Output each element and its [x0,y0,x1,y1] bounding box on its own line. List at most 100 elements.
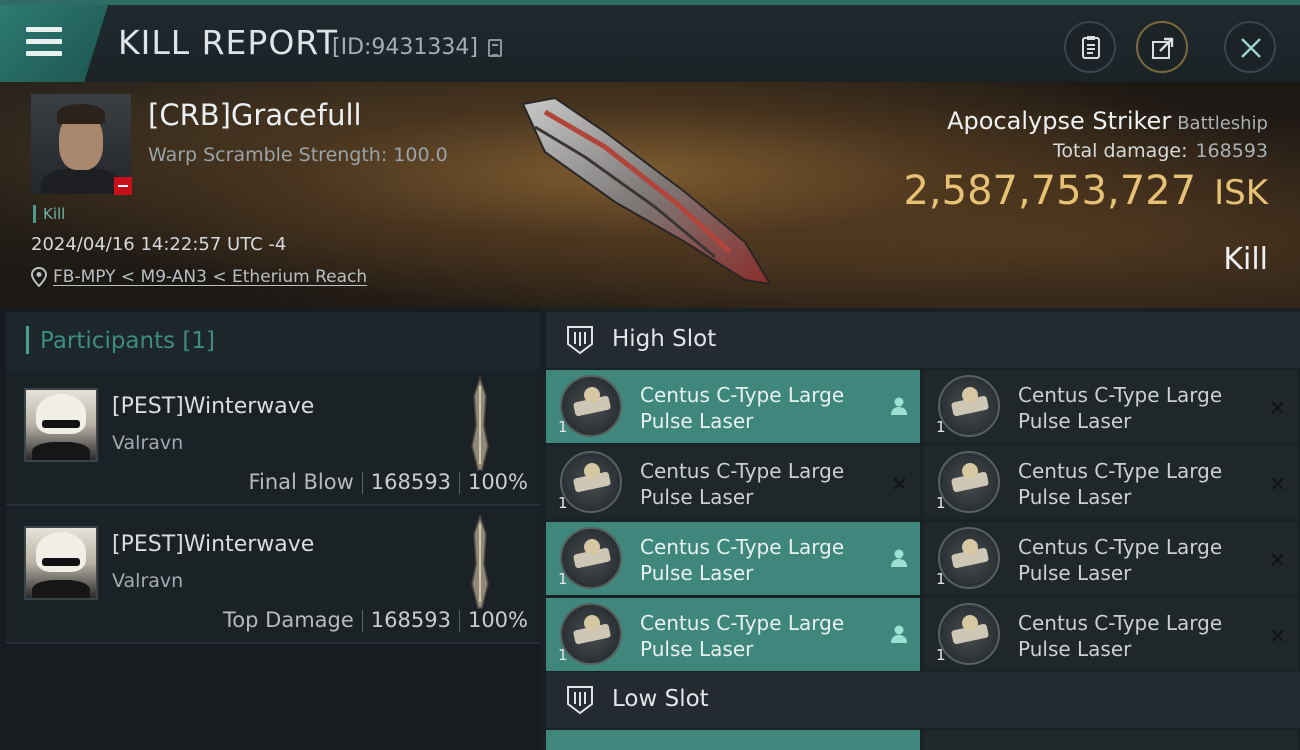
participants-title: Participants [1] [40,328,215,354]
victim-name[interactable]: [CRB]Gracefull [148,98,362,132]
module-name: Centus C-Type Large Pulse Laser [640,610,844,662]
module-name: Centus C-Type Large Pulse Laser [640,534,844,586]
module-item[interactable]: 1 Centus C-Type Large Pulse Laser ✕ [546,446,920,519]
person-icon [890,548,908,573]
module-name: Centus C-Type Large Pulse Laser [640,458,844,510]
module-name-line1: Centus C-Type Large [640,459,845,483]
x-icon: ✕ [1269,396,1286,420]
low-slot-label: Low Slot [612,686,709,712]
module-item[interactable]: 1 Centus C-Type Large Pulse Laser ✕ [924,522,1298,595]
module-quantity: 1 [558,494,568,512]
module-name: Centus C-Type Large Pulse Laser [640,382,844,434]
module-name-line1: Centus C-Type Large [1018,459,1223,483]
pulse-laser-icon [560,527,622,589]
close-icon [1241,38,1261,58]
module-name: Centus C-Type Large Pulse Laser [1018,534,1222,586]
high-slot-label: High Slot [612,326,717,352]
module-name-line1: Centus C-Type Large [1018,611,1223,635]
pulse-laser-icon [560,603,622,665]
ship-name-text: Apocalypse Striker [947,107,1172,135]
ship-class: Battleship [1177,113,1268,134]
high-slot-header: High Slot [546,312,1300,368]
participant-stats: Top Damage 168593 100% [223,608,528,632]
module-item[interactable]: 1 Centus C-Type Large Pulse Laser [546,598,920,671]
participant-ship-icon [471,514,489,609]
module-quantity: 1 [558,418,568,436]
module-item[interactable]: 1 Centus C-Type Large Pulse Laser ✕ [924,446,1298,519]
menu-button[interactable] [0,5,108,82]
module-name: Centus C-Type Large Pulse Laser [1018,458,1222,510]
module-name-line2: Pulse Laser [640,637,754,661]
participant-role: Final Blow [248,470,354,494]
location-pin-icon [31,267,47,287]
participant-name[interactable]: [PEST]Winterwave [112,394,314,419]
location-link[interactable]: FB-MPY < M9-AN3 < Etherium Reach [53,267,367,287]
low-slot-icon [567,686,593,715]
page-title: KILL REPORT [118,23,338,62]
pulse-laser-icon [560,375,622,437]
participant-percent: 100% [467,470,528,494]
module-name-line2: Pulse Laser [640,561,754,585]
total-damage-value: 168593 [1195,140,1268,162]
module-quantity: 1 [558,570,568,588]
participant-row[interactable]: [PEST]Winterwave Valravn Final Blow 16859… [6,370,540,506]
module-quantity: 1 [936,646,946,664]
close-button[interactable] [1224,21,1276,73]
loss-badge-icon [114,177,132,195]
participant-avatar[interactable] [24,526,98,600]
participant-name[interactable]: [PEST]Winterwave [112,532,314,557]
total-damage: Total damage: 168593 [1053,140,1268,162]
module-item[interactable]: 1 Centus C-Type Large Pulse Laser ✕ [924,370,1298,443]
x-icon: ✕ [1269,548,1286,572]
participant-role: Top Damage [223,608,354,632]
participant-avatar[interactable] [24,388,98,462]
participant-damage: 168593 [370,470,451,494]
pulse-laser-icon [560,451,622,513]
module-item[interactable]: 1 Centus C-Type Large Pulse Laser ✕ [924,598,1298,671]
module-name-line1: Centus C-Type Large [640,383,845,407]
copy-icon[interactable] [488,39,502,57]
module-name-line2: Pulse Laser [1018,485,1132,509]
participant-row[interactable]: [PEST]Winterwave Valravn Top Damage 16859… [6,508,540,644]
kill-tag: Kill [33,205,65,223]
kill-result: Kill [1223,242,1268,277]
module-quantity: 1 [558,646,568,664]
module-item[interactable]: 1 Centus C-Type Large Pulse Laser [546,370,920,443]
isk-unit: ISK [1214,173,1268,213]
participants-header[interactable]: Participants [1] [6,312,540,370]
participant-stats: Final Blow 168593 100% [248,470,528,494]
x-icon: ✕ [891,472,908,496]
share-button[interactable] [1136,21,1188,73]
top-bar: KILL REPORT [ID:9431334] [0,0,1300,82]
participant-ship: Valravn [112,432,184,454]
fitting-panel: High Slot 1 Centus C-Type Large Pulse Lase… [540,308,1300,750]
person-icon [890,624,908,649]
module-name: Centus C-Type Large Pulse Laser [1018,382,1222,434]
pulse-laser-icon [938,527,1000,589]
warp-scramble-strength: Warp Scramble Strength: 100.0 [148,144,448,166]
victim-ship-name[interactable]: Apocalypse Striker Battleship [947,107,1268,135]
isk-amount: 2,587,753,727 [903,168,1197,214]
clipboard-button[interactable] [1064,21,1116,73]
module-name-line1: Centus C-Type Large [640,535,845,559]
total-damage-label: Total damage: [1053,140,1188,162]
module-name-line2: Pulse Laser [1018,409,1132,433]
participant-ship: Valravn [112,570,184,592]
module-item-partial[interactable] [546,730,920,750]
kill-timestamp: 2024/04/16 14:22:57 UTC -4 [31,234,287,255]
pulse-laser-icon [938,603,1000,665]
report-id: [ID:9431334] [332,35,478,60]
low-slot-header: Low Slot [546,672,1300,728]
module-name-line2: Pulse Laser [640,485,754,509]
pulse-laser-icon [938,375,1000,437]
person-icon [890,396,908,421]
victim-ship-image[interactable] [515,92,785,292]
clipboard-icon [1082,36,1100,59]
module-item-partial[interactable] [924,730,1298,750]
x-icon: ✕ [1269,472,1286,496]
module-name-line2: Pulse Laser [1018,561,1132,585]
module-item[interactable]: 1 Centus C-Type Large Pulse Laser [546,522,920,595]
hamburger-icon [26,27,62,63]
victim-summary: [CRB]Gracefull Warp Scramble Strength: 1… [0,82,1300,308]
module-name-line2: Pulse Laser [1018,637,1132,661]
